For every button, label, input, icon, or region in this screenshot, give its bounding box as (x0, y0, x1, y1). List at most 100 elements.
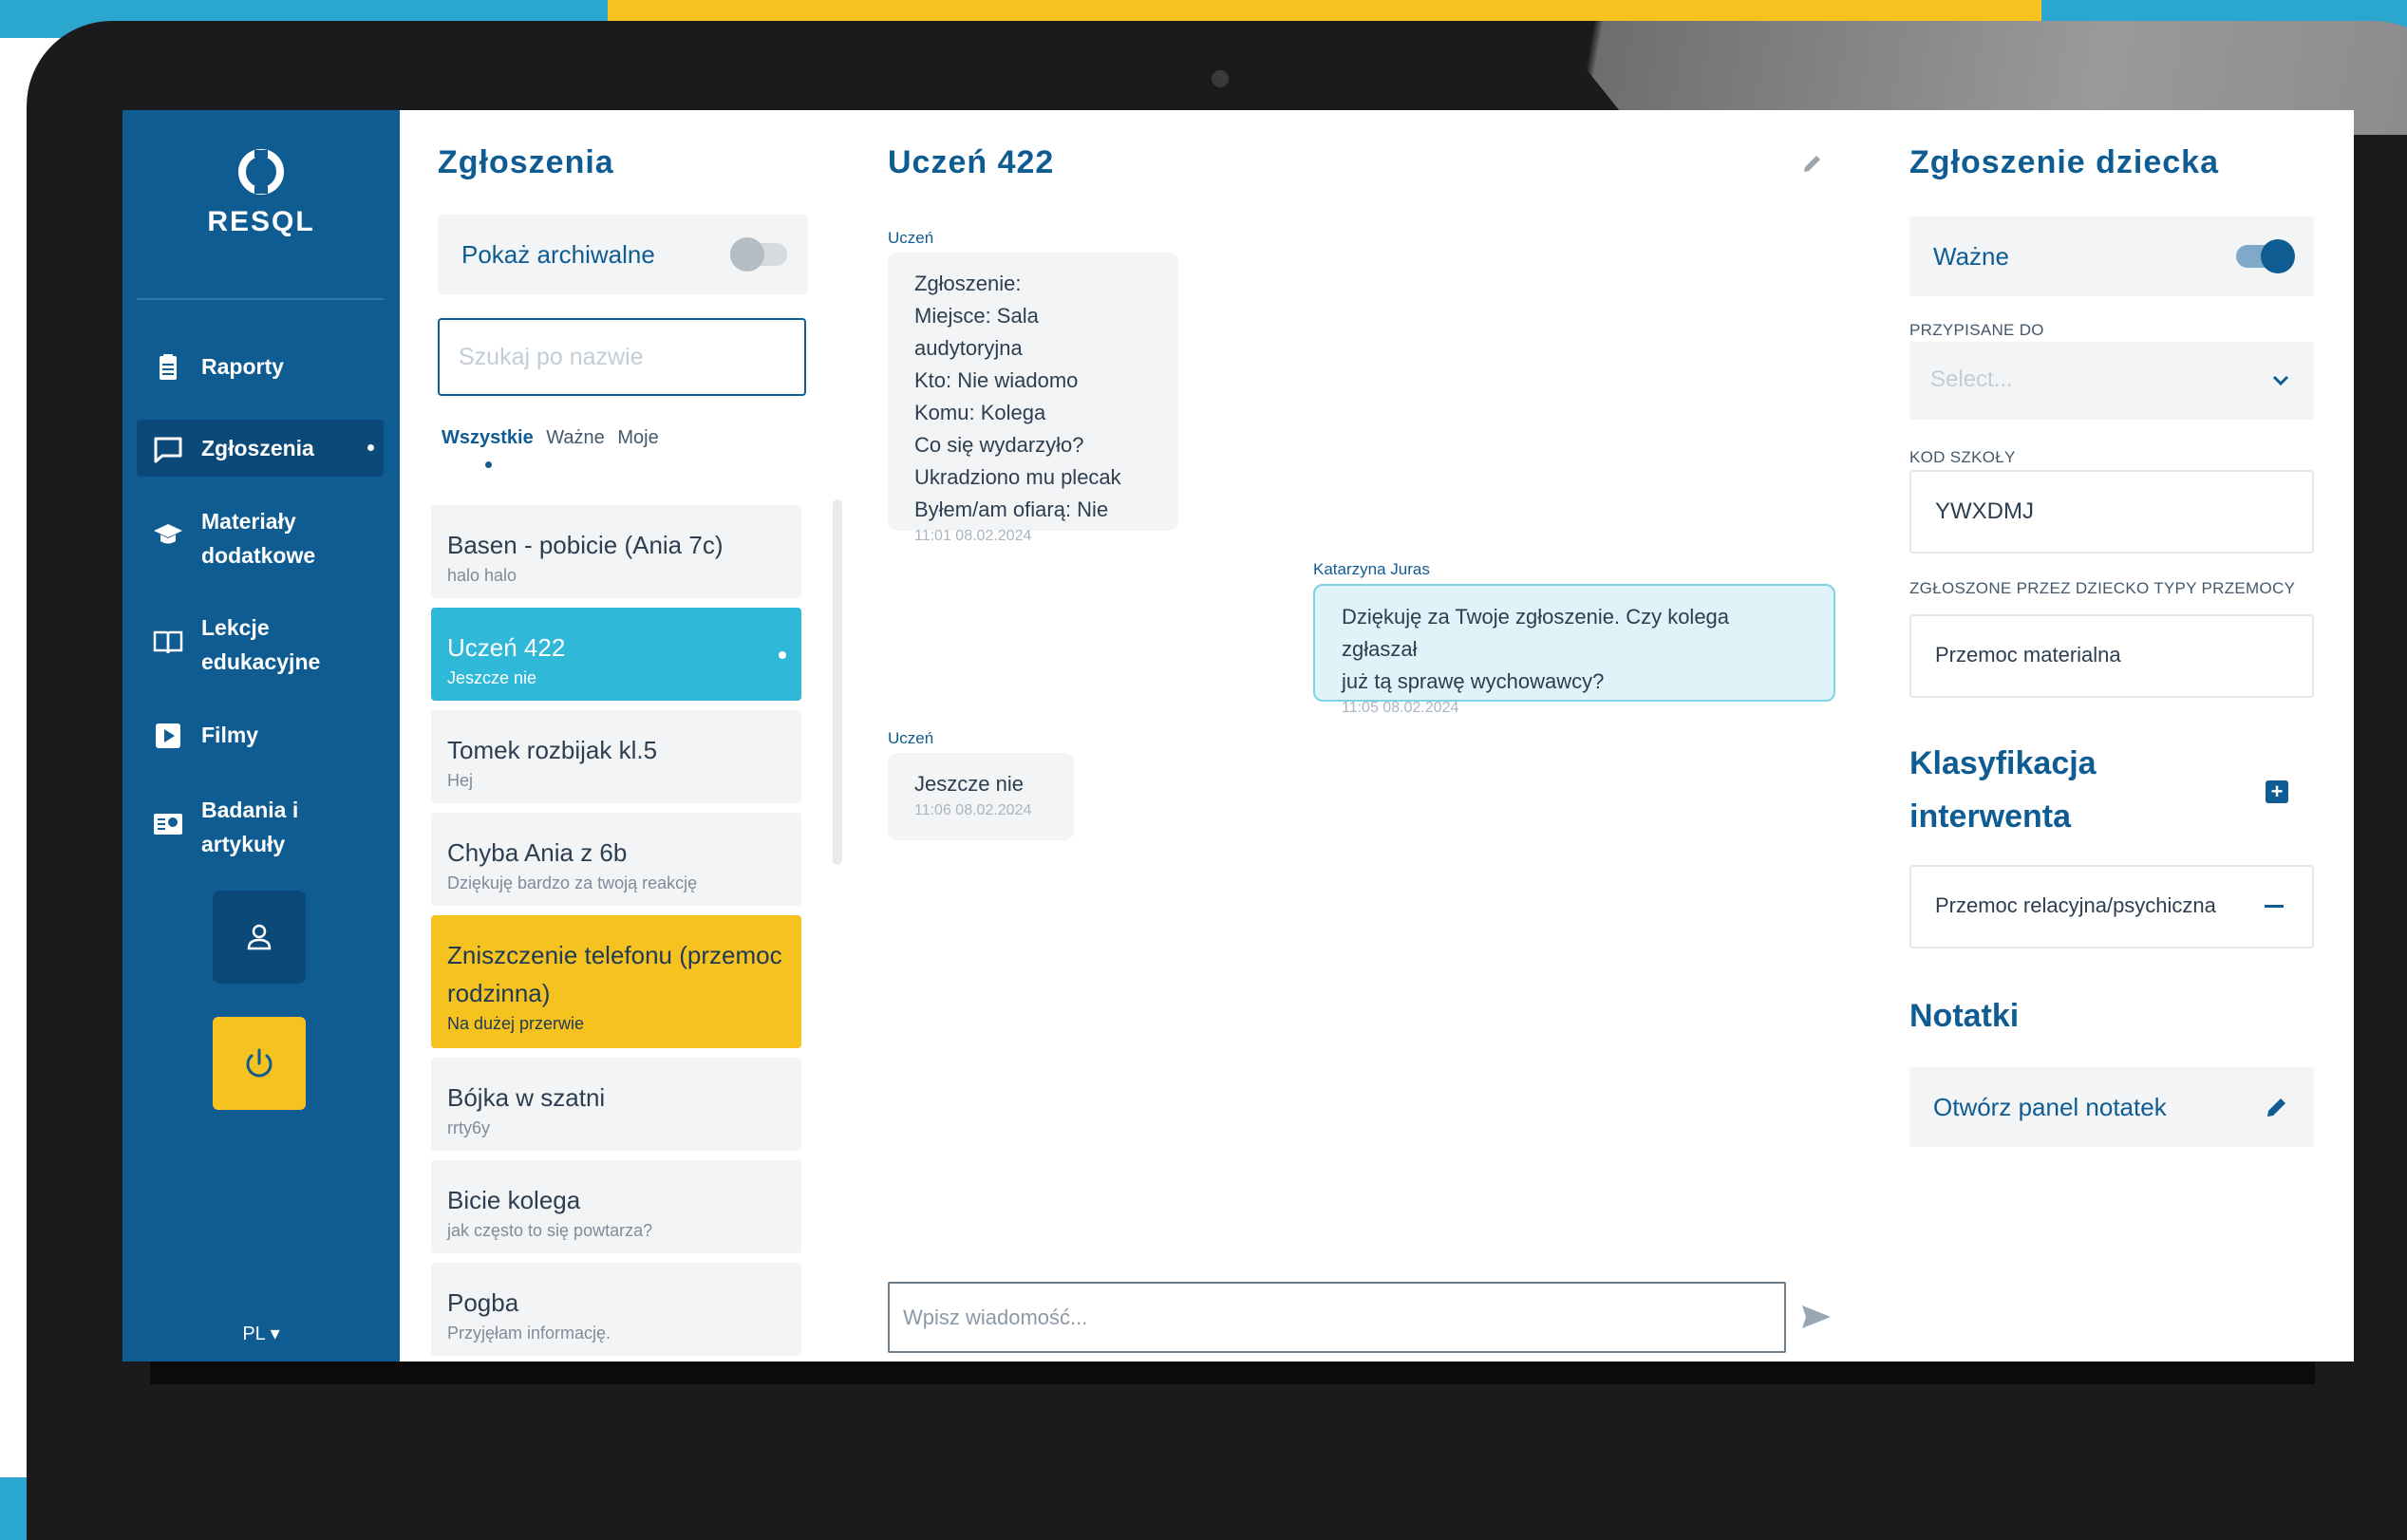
message-line: Ukradziono mu plecak (914, 465, 1121, 489)
message-line: Co się wydarzyło? (914, 433, 1084, 457)
sidebar-item-raporty[interactable]: Raporty (137, 349, 384, 384)
power-icon (246, 1048, 273, 1078)
sidebar-item-label: Lekcje edukacyjne (201, 615, 321, 674)
sidebar-item-label: Badania i artykuły (201, 798, 299, 856)
item-title: Uczeń 422 (447, 633, 566, 662)
sidebar-item-badania[interactable]: Badania i artykuły (137, 793, 384, 861)
tab-all[interactable]: Wszystkie (442, 427, 534, 448)
assigned-caption: PRZYPISANE DO (1909, 321, 2044, 339)
list-item[interactable]: Pogba Przyjęłam informację. (431, 1263, 801, 1356)
clipboard-icon (160, 354, 177, 380)
sidebar-item-label: Filmy (201, 723, 259, 747)
reports-title: Zgłoszenia (438, 144, 614, 180)
sidebar-item-materialy[interactable]: Materiały dodatkowe (137, 504, 384, 573)
search-box (438, 318, 806, 396)
item-title: Chyba Ania z 6b (447, 838, 628, 867)
remove-classification-button[interactable] (2265, 905, 2284, 908)
message-line: Komu: Kolega (914, 401, 1046, 424)
list-item[interactable]: Bicie kolega jak często to się powtarza? (431, 1160, 801, 1253)
logo-text: RESQL (207, 206, 315, 237)
video-icon (156, 723, 180, 748)
sidebar-item-label: Materiały dodatkowe (201, 509, 316, 568)
add-classification-button[interactable]: + (2266, 780, 2288, 803)
language-selector[interactable]: PL ▾ (122, 1322, 400, 1345)
message-bubble: Zgłoszenie: Miejsce: Sala audytoryjna Kt… (888, 253, 1178, 544)
item-subtitle: Dziękuję bardzo za twoją reakcję (447, 873, 698, 892)
item-subtitle: Hej (447, 771, 474, 790)
item-title: Zniszczenie telefonu (przemoc rodzinna) (447, 941, 782, 1007)
message-line: już tą sprawę wychowawcy? (1342, 669, 1605, 693)
classification-title-line: interwenta (1909, 798, 2072, 835)
archive-toggle-label: Pokaż archiwalne (461, 240, 655, 269)
violence-types-caption: ZGŁOSZONE PRZEZ DZIECKO TYPY PRZEMOCY (1909, 579, 2296, 597)
important-toggle-row: Ważne (1909, 216, 2314, 296)
sidebar-item-lekcje[interactable]: Lekcje edukacyjne (137, 610, 384, 679)
edit-icon[interactable] (1799, 150, 1826, 177)
item-subtitle: halo halo (447, 566, 517, 585)
logo: RESQL (122, 148, 400, 238)
chat-panel: Uczeń 422 Uczeń Zgłoszenie: Miejsce: Sal… (850, 110, 1873, 1362)
list-item[interactable]: Basen - pobicie (Ania 7c) halo halo (431, 505, 801, 598)
message-bubble: Jeszcze nie 11:06 08.02.2024 (888, 753, 1074, 840)
message-author: Katarzyna Juras (1313, 560, 1430, 578)
send-icon[interactable] (1799, 1300, 1833, 1334)
chat-title: Uczeń 422 (888, 144, 1055, 180)
toggle-knob (730, 237, 764, 272)
sidebar-divider (137, 298, 384, 300)
classification-title: Klasyfikacja interwenta (1909, 737, 2097, 843)
notes-title: Notatki (1909, 998, 2020, 1034)
list-item[interactable]: Chyba Ania z 6b Dziękuję bardzo za twoją… (431, 813, 801, 906)
sidebar-item-label: Raporty (201, 354, 284, 379)
message-timestamp: 11:05 08.02.2024 (1342, 700, 1459, 716)
reports-list: Basen - pobicie (Ania 7c) halo halo Ucze… (431, 505, 801, 1362)
pencil-icon (2267, 1099, 2285, 1117)
unread-dot (779, 651, 786, 659)
sidebar-item-filmy[interactable]: Filmy (137, 718, 384, 752)
message-line: Byłem/am ofiarą: Nie (914, 498, 1109, 521)
logout-button[interactable] (213, 1017, 306, 1110)
item-subtitle: Jeszcze nie (447, 668, 537, 687)
list-item[interactable]: Bójka w szatni rrty6y (431, 1058, 801, 1151)
message-input[interactable] (890, 1284, 1784, 1351)
active-tab-indicator (485, 461, 492, 468)
school-code-caption: KOD SZKOŁY (1909, 448, 2016, 466)
message-timestamp: 11:01 08.02.2024 (914, 528, 1032, 544)
school-code-field: YWXDMJ (1909, 470, 2314, 554)
filter-tabs: Wszystkie Ważne Moje (442, 427, 667, 449)
open-notes-button[interactable]: Otwórz panel notatek (1909, 1067, 2314, 1147)
tab-important[interactable]: Ważne (546, 427, 605, 448)
search-input[interactable] (440, 320, 804, 394)
graduation-cap-icon (154, 524, 182, 544)
list-scrollbar[interactable] (833, 499, 842, 865)
important-toggle-label: Ważne (1933, 242, 2009, 271)
classification-item: Przemoc relacyjna/psychiczna (1909, 865, 2314, 948)
assignee-select[interactable]: Select... (1909, 342, 2314, 420)
important-toggle[interactable] (2236, 239, 2295, 273)
item-subtitle: Na dużej przerwie (447, 1014, 585, 1033)
archive-toggle[interactable] (730, 237, 787, 272)
message-box (888, 1282, 1786, 1353)
list-item-important[interactable]: Zniszczenie telefonu (przemoc rodzinna) … (431, 915, 801, 1048)
item-subtitle: Przyjęłam informację. (447, 1324, 611, 1343)
user-profile-button[interactable] (213, 891, 306, 984)
screen-shadow (150, 1362, 2315, 1384)
item-title: Bicie kolega (447, 1186, 581, 1214)
message-line: Kto: Nie wiadomo (914, 368, 1079, 392)
message-author: Uczeń (888, 729, 934, 747)
sidebar-item-zgloszenia[interactable]: Zgłoszenia (137, 420, 384, 477)
message-line: Jeszcze nie (914, 772, 1024, 796)
violence-type-field: Przemoc materialna (1909, 614, 2314, 698)
classification-title-line: Klasyfikacja (1909, 745, 2097, 781)
app-screen: RESQL Raporty Zgłoszenia Materiały dodat… (122, 110, 2354, 1362)
camera (1212, 70, 1229, 87)
list-item[interactable]: Tomek rozbijak kl.5 Hej (431, 710, 801, 803)
lifebuoy-icon (238, 149, 284, 195)
chevron-down-icon (2272, 375, 2289, 386)
list-item-selected[interactable]: Uczeń 422 Jeszcze nie (431, 608, 801, 701)
message-line: Zgłoszenie: (914, 272, 1022, 295)
message-line: Miejsce: Sala audytoryjna (914, 304, 1039, 360)
tab-mine[interactable]: Moje (617, 427, 658, 448)
reports-panel: Zgłoszenia Pokaż archiwalne Wszystkie Wa… (400, 110, 852, 1362)
report-details-panel: Zgłoszenie dziecka Ważne PRZYPISANE DO S… (1871, 110, 2354, 1362)
school-code-value: YWXDMJ (1935, 498, 2034, 524)
